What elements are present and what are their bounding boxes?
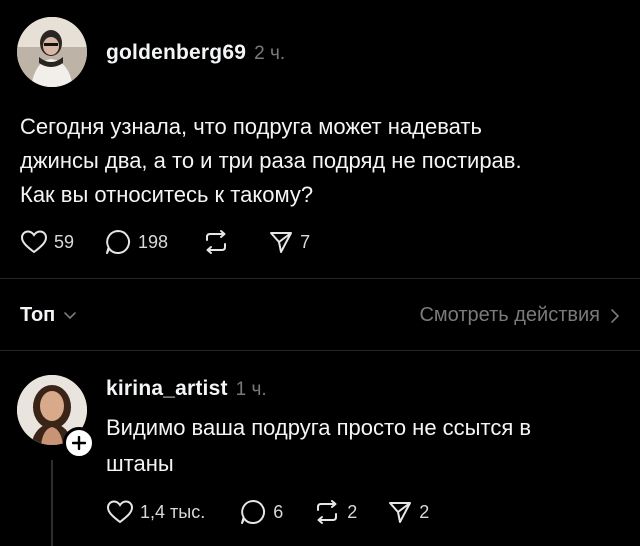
post-text-line: джинсы два, а то и три раза подряд не по… (20, 148, 522, 173)
activity-label: Смотреть действия (419, 304, 600, 326)
post-avatar[interactable] (17, 17, 87, 87)
like-button[interactable]: 59 (20, 229, 74, 255)
repost-button[interactable] (202, 229, 230, 255)
activity-link[interactable]: Смотреть действия (419, 304, 620, 327)
send-icon (389, 502, 412, 523)
avatar-photo (17, 17, 87, 87)
reply-comment-button[interactable]: 6 (239, 498, 283, 526)
post-actions: 59 198 7 (20, 228, 310, 256)
post-time: 2 ч. (254, 43, 286, 64)
like-count: 59 (54, 231, 75, 252)
heart-icon (20, 230, 48, 254)
share-button[interactable]: 7 (268, 229, 310, 255)
reply-actions: 1,4 тыс. 6 2 2 (106, 498, 429, 526)
sort-label: Топ (20, 304, 56, 326)
repost-icon (317, 500, 338, 524)
reply-text-line: Видимо ваша подруга просто не ссытся в (106, 415, 532, 440)
thread-line (51, 460, 53, 546)
reply-comment-count: 6 (273, 501, 284, 522)
reply-text: Видимо ваша подруга просто не ссытся в ш… (106, 410, 626, 482)
share-count: 7 (300, 231, 311, 252)
comment-bubble-icon (241, 500, 266, 524)
reply-header: kirina_artist 1 ч. (106, 377, 267, 401)
post-username[interactable]: goldenberg69 (106, 41, 246, 65)
reply-like-count: 1,4 тыс. (140, 501, 206, 522)
reply-share-button[interactable]: 2 (387, 499, 429, 525)
reply-like-button[interactable]: 1,4 тыс. (106, 499, 205, 525)
comment-count: 198 (138, 231, 169, 252)
reply-share-count: 2 (419, 501, 430, 522)
chevron-down-icon (64, 311, 77, 319)
divider (0, 350, 640, 351)
post-text-line: Сегодня узнала, что подруга может надева… (20, 114, 482, 139)
chevron-right-icon (611, 308, 620, 323)
comment-bubble-icon (106, 230, 130, 254)
sort-dropdown[interactable]: Топ (20, 304, 77, 327)
reply-repost-button[interactable]: 2 (313, 499, 357, 525)
comment-button[interactable]: 198 (104, 228, 168, 256)
follow-button[interactable] (63, 427, 95, 459)
heart-icon (106, 500, 134, 524)
send-icon (270, 232, 293, 253)
repost-icon (206, 230, 227, 254)
plus-icon (72, 436, 86, 450)
post-header: goldenberg69 2 ч. (106, 41, 285, 65)
reply-text-line: штаны (106, 451, 174, 476)
post-text-line: Как вы относитесь к такому? (20, 182, 314, 207)
reply-username[interactable]: kirina_artist (106, 377, 228, 401)
reply-time: 1 ч. (235, 379, 267, 400)
post-text: Сегодня узнала, что подруга может надева… (20, 110, 620, 212)
reply-repost-count: 2 (347, 501, 358, 522)
divider (0, 278, 640, 279)
